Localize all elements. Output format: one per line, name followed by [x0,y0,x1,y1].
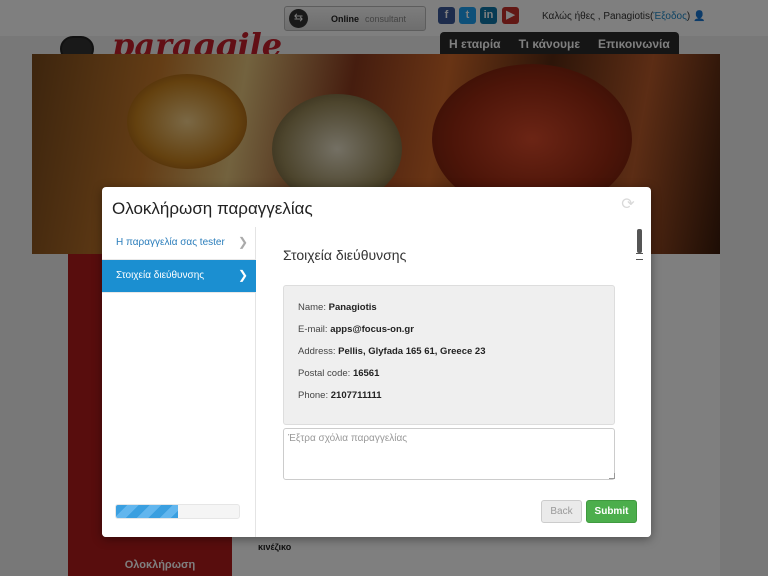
chevron-right-icon: ❯ [237,268,248,282]
address-panel: Στοιχεία διεύθυνσης Name: Panagiotis E-m… [257,227,651,537]
postal-row: Postal code: 16561 [298,368,379,379]
resize-handle[interactable] [609,473,615,479]
step-label: Η παραγγελία σας tester [116,237,225,248]
name-row: Name: Panagiotis [298,302,377,313]
address-row: Address: Pellis, Glyfada 165 61, Greece … [298,346,486,357]
phone-label: Phone: [298,390,329,401]
step-label: Στοιχεία διεύθυνσης [116,270,205,281]
chevron-right-icon: ❯ [237,235,248,249]
step-order[interactable]: Η παραγγελία σας tester ❯ [102,227,256,260]
postal-value: 16561 [352,368,380,379]
phone-row: Phone: 2107711111 [298,390,382,401]
name-value: Panagiotis [328,302,377,313]
step-address[interactable]: Στοιχεία διεύθυνσης ❯ [102,260,256,293]
modal-title: Ολοκλήρωση παραγγελίας [112,199,313,218]
email-value: apps@focus-on.gr [330,324,414,335]
address-details: Name: Panagiotis E-mail: apps@focus-on.g… [283,285,615,425]
address-label: Address: [298,346,336,357]
back-button[interactable]: Back [541,500,582,523]
name-label: Name: [298,302,326,313]
progress-bar [115,504,240,519]
email-row: E-mail: apps@focus-on.gr [298,324,414,335]
email-label: E-mail: [298,324,328,335]
postal-label: Postal code: [298,368,351,379]
section-title: Στοιχεία διεύθυνσης [283,247,407,263]
wizard-steps: Η παραγγελία σας tester ❯ Στοιχεία διεύθ… [102,227,256,537]
address-value: Pellis, Glyfada 165 61, Greece 23 [338,346,486,357]
submit-button[interactable]: Submit [586,500,637,523]
progress-fill [116,505,178,518]
checkout-modal: Ολοκλήρωση παραγγελίας ⟳ Η παραγγελία σα… [102,187,651,537]
order-comments-input[interactable] [283,428,615,480]
refresh-icon[interactable]: ⟳ [619,196,637,214]
scroll-handle[interactable] [636,229,643,260]
phone-value: 2107711111 [330,390,382,401]
